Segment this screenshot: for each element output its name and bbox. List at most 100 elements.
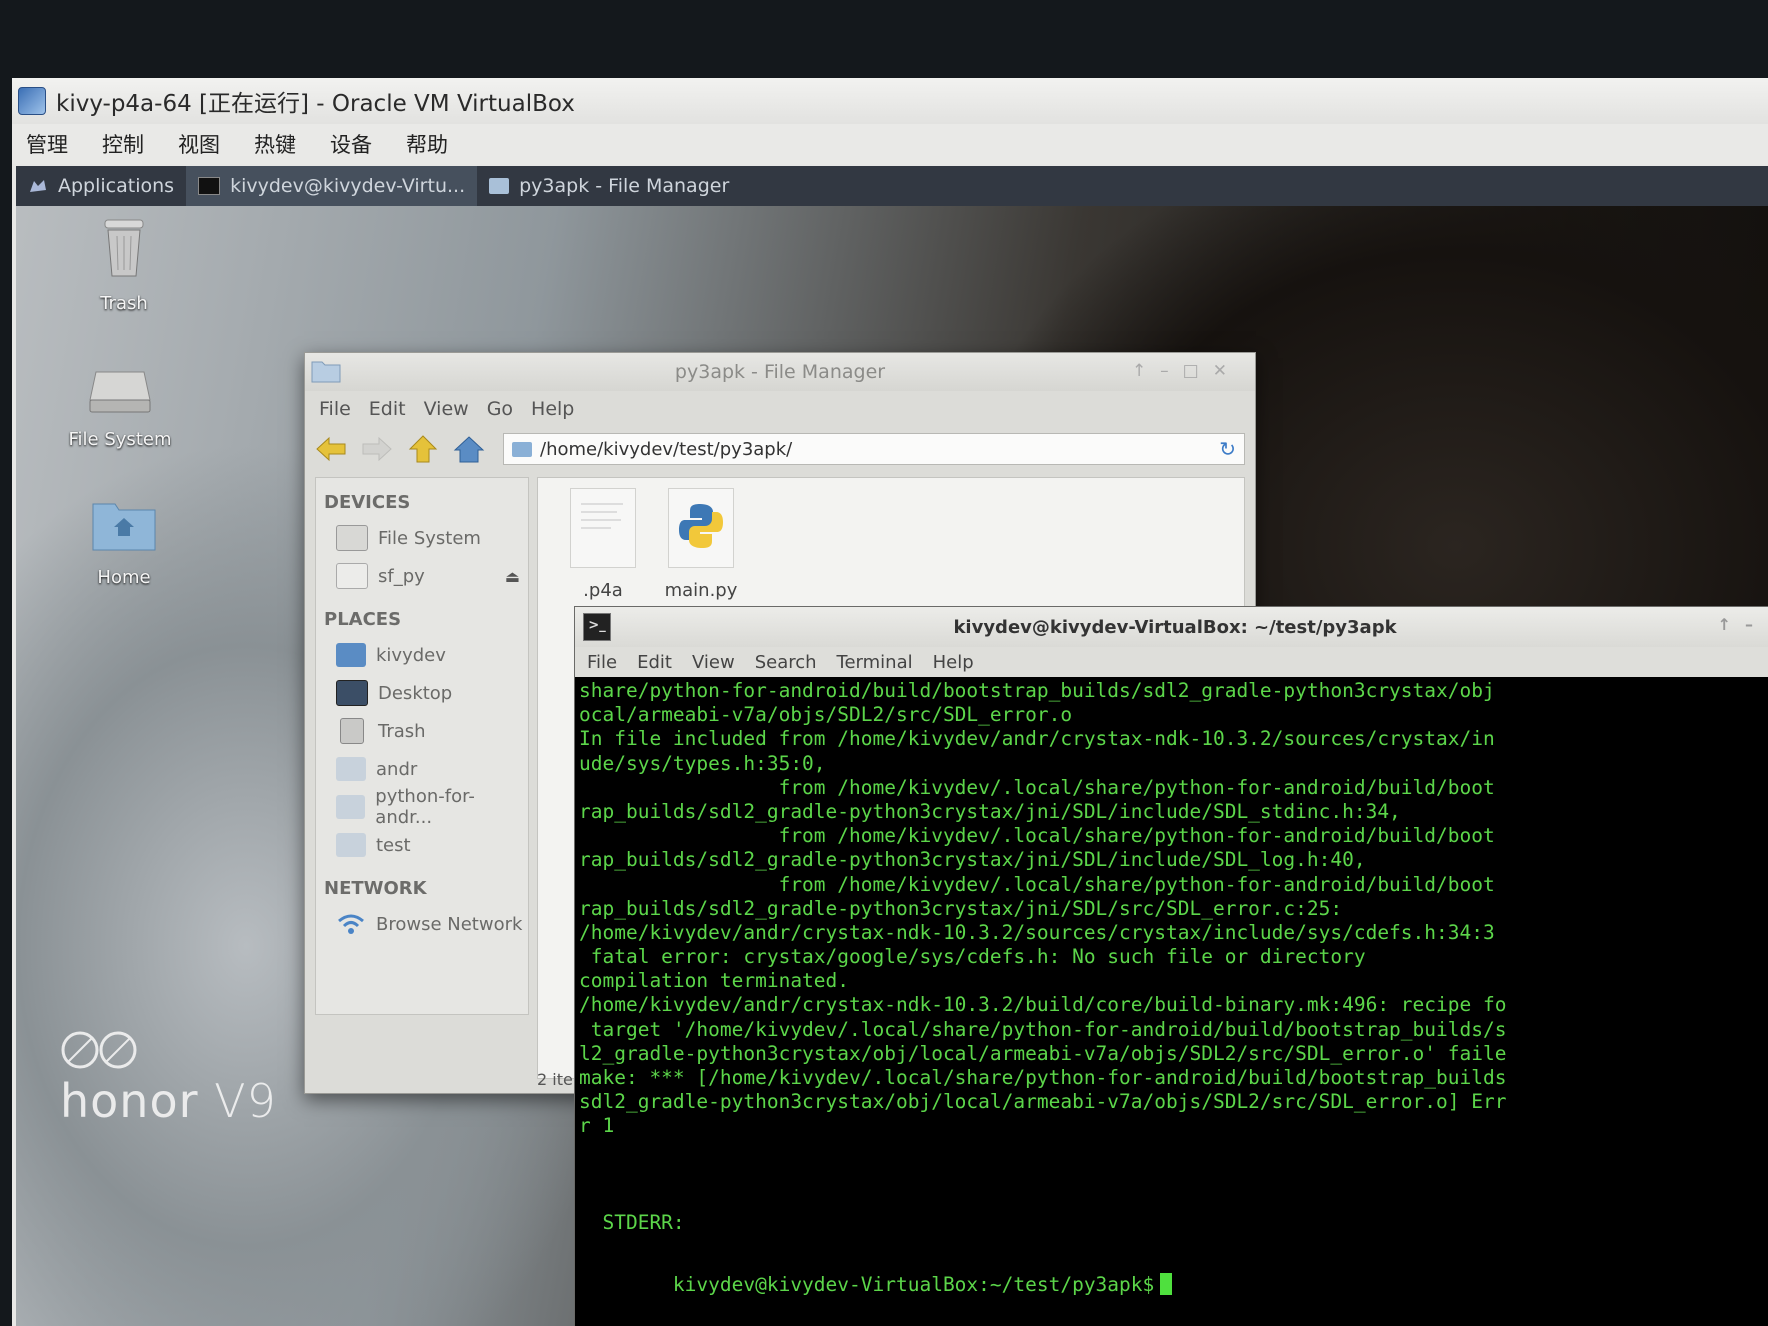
taskbar-item-label: py3apk - File Manager	[519, 175, 730, 197]
text-file-icon	[570, 488, 636, 568]
terminal-line: from /home/kivydev/.local/share/python-f…	[579, 775, 1495, 799]
window-controls[interactable]: ↑–□✕	[1132, 361, 1241, 381]
terminal-line: target '/home/kivydev/.local/share/pytho…	[579, 1017, 1507, 1041]
sidebar-item-kivydev[interactable]: kivydev	[316, 636, 528, 674]
sidebar-item-label: Desktop	[378, 682, 453, 704]
home-icon	[336, 643, 366, 667]
terminal-menubar: File Edit View Search Terminal Help	[575, 647, 1768, 677]
taskbar-item-file-manager[interactable]: py3apk - File Manager	[477, 166, 741, 206]
sidebar-item-python-for-android[interactable]: python-for-andr...	[316, 786, 528, 828]
terminal-titlebar[interactable]: >_ kivydev@kivydev-VirtualBox: ~/test/py…	[575, 607, 1768, 647]
home-icon[interactable]	[453, 435, 485, 463]
terminal-line: from /home/kivydev/.local/share/python-f…	[579, 872, 1495, 896]
reload-icon[interactable]: ↻	[1219, 437, 1236, 461]
applications-menu-button[interactable]: Applications	[16, 166, 186, 206]
desktop-icon-label: File System	[68, 429, 172, 450]
text-cursor	[1160, 1273, 1173, 1295]
folder-icon	[512, 441, 532, 457]
file-manager-menubar: File Edit View Go Help	[305, 391, 1255, 427]
sidebar-item-label: kivydev	[376, 644, 446, 666]
virtualbox-app-icon	[18, 87, 46, 115]
terminal-line: from /home/kivydev/.local/share/python-f…	[579, 824, 1495, 848]
terminal-line: make: *** [/home/kivydev/.local/share/py…	[579, 1066, 1507, 1089]
sidebar-item-trash[interactable]: Trash	[316, 712, 528, 750]
vbox-menu-devices[interactable]: 设备	[330, 129, 372, 159]
fm-menu-file[interactable]: File	[319, 398, 351, 420]
terminal-line: fatal error: crystax/google/sys/cdefs.h:…	[579, 945, 1366, 969]
dual-camera-logo	[61, 1031, 137, 1069]
vbox-menu-control[interactable]: 控制	[102, 129, 144, 159]
vbox-menu-manage[interactable]: 管理	[26, 129, 68, 159]
terminal-line: rap_builds/sdl2_gradle-python3crystax/jn…	[579, 896, 1343, 920]
trash-icon	[104, 219, 144, 277]
terminal-line: /home/kivydev/andr/crystax-ndk-10.3.2/so…	[579, 920, 1495, 944]
file-item-main-py[interactable]: main.py	[646, 488, 756, 601]
terminal-prompt: kivydev@kivydev-VirtualBox:~/test/py3apk…	[672, 1273, 1155, 1296]
network-icon	[338, 914, 364, 934]
vbox-menu-hotkeys[interactable]: 热键	[254, 129, 296, 159]
path-bar[interactable]: /home/kivydev/test/py3apk/ ↻	[503, 433, 1245, 465]
terminal-output[interactable]: share/python-for-android/build/bootstrap…	[579, 679, 1768, 1326]
fm-menu-view[interactable]: View	[424, 398, 469, 420]
terminal-window: >_ kivydev@kivydev-VirtualBox: ~/test/py…	[574, 606, 1768, 1326]
sidebar-item-sf-py[interactable]: sf_py ⏏	[316, 557, 528, 595]
drive-icon	[89, 371, 151, 413]
term-menu-view[interactable]: View	[692, 652, 735, 673]
watermark-brand: honor	[60, 1074, 199, 1128]
xfce-panel: Applications kivydev@kivydev-Virtu... py…	[16, 166, 1768, 206]
sidebar-header-places: PLACES	[324, 609, 402, 630]
vbox-menu-help[interactable]: 帮助	[406, 129, 448, 159]
window-controls[interactable]: ↑–	[1718, 615, 1767, 634]
xfce-mouse-icon	[30, 180, 46, 192]
desktop-icon	[336, 680, 368, 706]
fm-menu-edit[interactable]: Edit	[369, 398, 406, 420]
sidebar-item-browse-network[interactable]: Browse Network	[316, 905, 528, 943]
term-menu-file[interactable]: File	[587, 652, 617, 673]
fm-menu-go[interactable]: Go	[487, 398, 513, 420]
terminal-line: /home/kivydev/andr/crystax-ndk-10.3.2/bu…	[579, 993, 1507, 1017]
sidebar-item-label: test	[376, 834, 411, 856]
folder-icon	[336, 833, 366, 857]
terminal-line: rap_builds/sdl2_gradle-python3crystax/jn…	[579, 799, 1401, 823]
term-menu-search[interactable]: Search	[755, 652, 817, 673]
terminal-line: sdl2_gradle-python3crystax/obj/local/arm…	[579, 1090, 1507, 1114]
term-menu-terminal[interactable]: Terminal	[837, 652, 913, 673]
fm-menu-help[interactable]: Help	[531, 398, 574, 420]
back-arrow-icon[interactable]	[315, 435, 347, 463]
sidebar-item-desktop[interactable]: Desktop	[316, 674, 528, 712]
virtualbox-titlebar[interactable]: kivy-p4a-64 [正在运行] - Oracle VM VirtualBo…	[12, 78, 1768, 124]
desktop-icon-label: Home	[97, 567, 151, 588]
terminal-line: ocal/armeabi-v7a/objs/SDL2/src/SDL_error…	[579, 703, 1073, 727]
vbox-menu-view[interactable]: 视图	[178, 129, 220, 159]
drive-icon	[336, 563, 368, 589]
forward-arrow-icon[interactable]	[361, 435, 393, 463]
file-name: main.py	[664, 580, 738, 601]
folder-icon	[489, 178, 510, 194]
sidebar-item-andr[interactable]: andr	[316, 750, 528, 788]
desktop-icon-file-system[interactable]: File System	[50, 366, 190, 450]
terminal-line: rap_builds/sdl2_gradle-python3crystax/jn…	[579, 848, 1366, 872]
virtualbox-window: kivy-p4a-64 [正在运行] - Oracle VM VirtualBo…	[12, 78, 1768, 1326]
file-manager-titlebar[interactable]: py3apk - File Manager ↑–□✕	[305, 353, 1255, 391]
terminal-icon: >_	[583, 613, 611, 641]
term-menu-help[interactable]: Help	[933, 652, 974, 673]
sidebar-item-test[interactable]: test	[316, 826, 528, 864]
sidebar-item-file-system[interactable]: File System	[316, 519, 528, 557]
up-arrow-icon[interactable]	[407, 435, 439, 463]
eject-icon[interactable]: ⏏	[505, 567, 520, 586]
python-file-icon	[668, 488, 734, 568]
terminal-prompt-line[interactable]: kivydev@kivydev-VirtualBox:~/test/py3apk…	[579, 1250, 1173, 1319]
taskbar-item-terminal[interactable]: kivydev@kivydev-Virtu...	[186, 166, 478, 206]
applications-label: Applications	[58, 175, 175, 197]
sidebar-item-label: File System	[378, 527, 481, 549]
terminal-line: share/python-for-android/build/bootstrap…	[579, 679, 1495, 702]
sidebar-item-label: python-for-andr...	[375, 786, 475, 828]
desktop-icon-home[interactable]: Home	[54, 496, 194, 588]
term-menu-edit[interactable]: Edit	[637, 652, 672, 673]
desktop-icon-trash[interactable]: Trash	[54, 216, 194, 314]
terminal-icon	[198, 177, 221, 195]
file-item-p4a[interactable]: .p4a	[548, 488, 658, 601]
